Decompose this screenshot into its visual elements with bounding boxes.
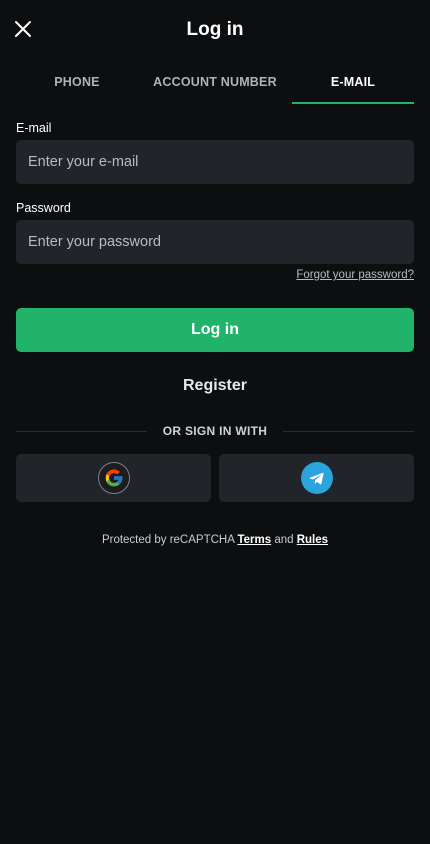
recaptcha-text: Protected by reCAPTCHA <box>101 534 235 546</box>
telegram-icon <box>300 462 333 494</box>
close-icon[interactable] <box>12 18 34 40</box>
divider-line-left <box>16 430 147 432</box>
active-tab-indicator <box>292 102 414 104</box>
divider-line-right <box>283 430 414 432</box>
register-button[interactable]: Register <box>16 377 414 397</box>
google-signin-button[interactable] <box>16 454 211 502</box>
social-divider: OR SIGN IN WITH <box>16 424 414 438</box>
divider-label: OR SIGN IN WITH <box>162 424 268 438</box>
password-field[interactable]: Enter your password <box>16 220 414 264</box>
social-buttons <box>16 454 414 502</box>
recaptcha-notice: Protected by reCAPTCHA Terms and Rules <box>16 534 414 546</box>
and-text: and <box>274 534 294 546</box>
tab-account-number[interactable]: ACCOUNT NUMBER <box>144 75 286 89</box>
email-label: E-mail <box>16 121 52 135</box>
forgot-password-link[interactable]: Forgot your password? <box>296 269 414 285</box>
terms-link[interactable]: Terms <box>237 534 271 546</box>
header: Log in <box>0 0 430 60</box>
telegram-signin-button[interactable] <box>219 454 414 502</box>
tab-phone[interactable]: PHONE <box>38 75 116 89</box>
google-icon <box>97 462 130 494</box>
login-button[interactable]: Log in <box>16 308 414 352</box>
login-form: E-mail Enter your e-mail Password Enter … <box>0 121 430 546</box>
password-label: Password <box>16 201 71 215</box>
tab-email[interactable]: E-MAIL <box>292 75 414 89</box>
page-title: Log in <box>186 19 244 40</box>
email-field[interactable]: Enter your e-mail <box>16 140 414 184</box>
rules-link[interactable]: Rules <box>297 534 328 546</box>
login-method-tabs: PHONE ACCOUNT NUMBER E-MAIL <box>16 60 414 104</box>
